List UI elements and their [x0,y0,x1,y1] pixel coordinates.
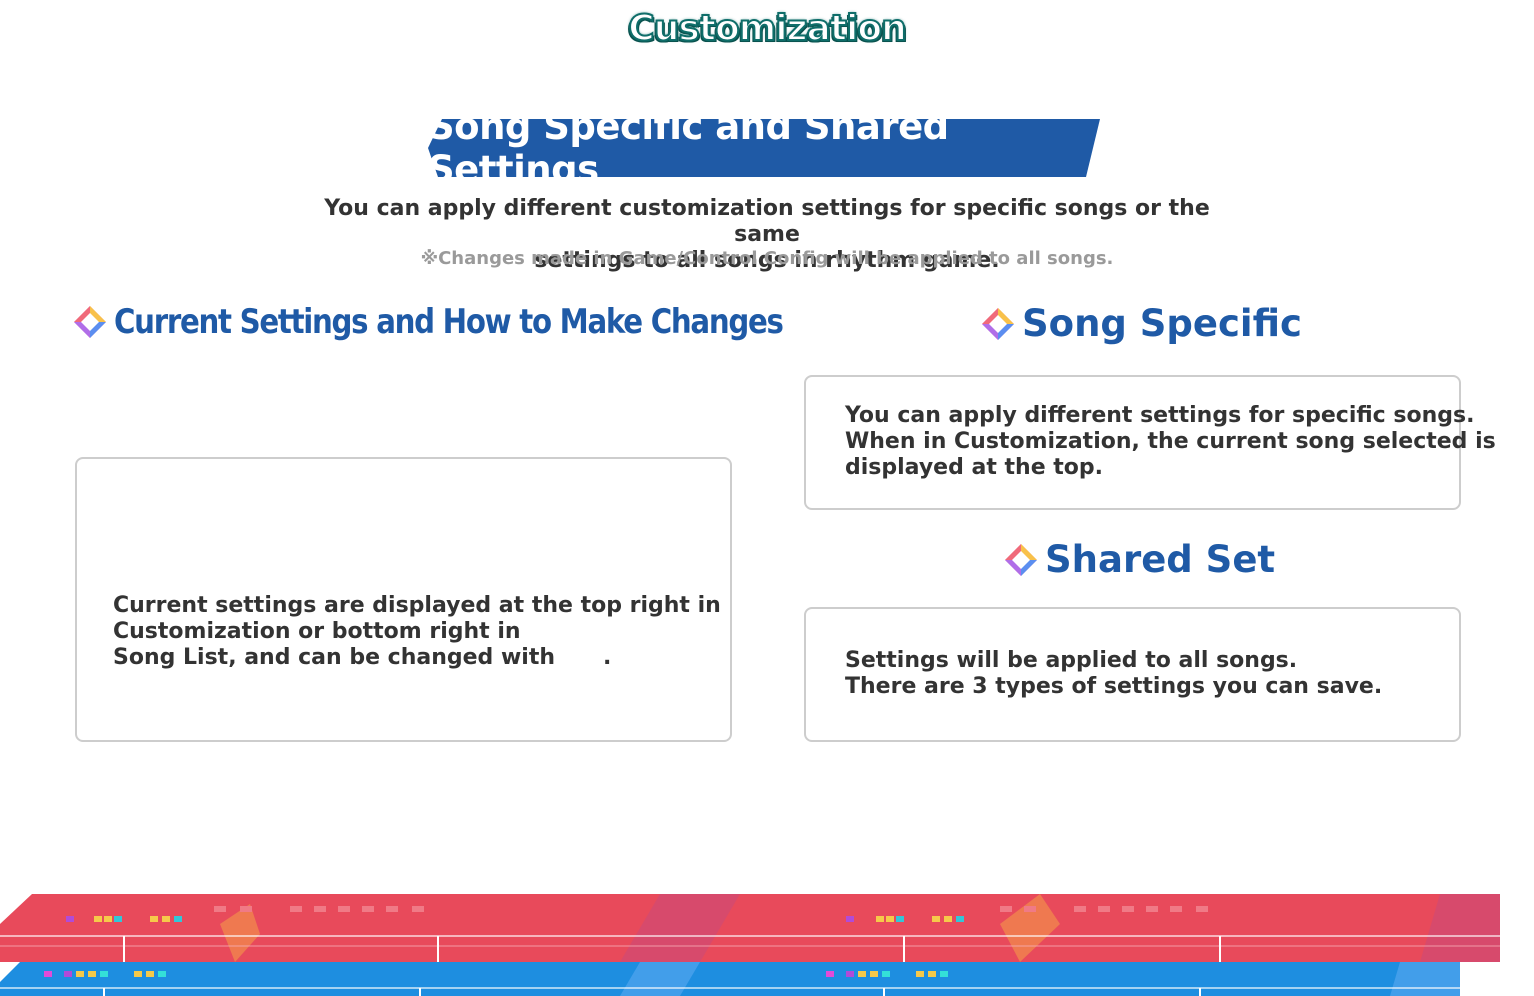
heading-current-settings: Current Settings and How to Make Changes [72,302,892,342]
shared-set-text: Settings will be applied to all songs. T… [845,648,1445,700]
heading-shared-set: Shared Set [1003,538,1275,581]
page-title: Customization [627,7,907,50]
heading-song-specific: Song Specific [980,302,1302,345]
text-line: When in Customization, the current song … [845,429,1496,454]
song-specific-box: You can apply different settings for spe… [804,375,1496,510]
decorative-red-strip [0,894,1500,962]
heading-label: Song Specific [1022,302,1302,345]
intro-note: ※Changes made in Game/Control Config wil… [420,248,1114,269]
text-line: Customization or bottom right in [113,619,521,644]
current-settings-box: Current settings are displayed at the to… [75,457,732,742]
banner-title: Song Specific and Shared Settings [428,105,949,191]
text-line: displayed at the top. [845,455,1104,480]
text-line: There are 3 types of settings you can sa… [845,674,1383,699]
text-segment: Song List, and can be changed with [113,645,555,670]
text-line: Current settings are displayed at the to… [113,593,721,618]
text-segment: . [603,645,612,670]
text-line: Song List, and can be changed with. [113,645,713,671]
diamond-icon [74,306,106,338]
text-line: You can apply different settings for spe… [845,403,1475,428]
diamond-icon [1005,543,1037,576]
diamond-icon [982,307,1014,340]
heading-label: Current Settings and How to Make Changes [114,302,784,342]
current-settings-text: Current settings are displayed at the to… [113,593,721,671]
decorative-blue-strip [0,962,1460,996]
shared-set-box: Settings will be applied to all songs. T… [804,607,1461,742]
text-line: Settings will be applied to all songs. [845,648,1298,673]
heading-label: Shared Set [1045,538,1276,581]
song-specific-text: You can apply different settings for spe… [845,403,1496,481]
intro-line-1: You can apply different customization se… [324,196,1210,247]
